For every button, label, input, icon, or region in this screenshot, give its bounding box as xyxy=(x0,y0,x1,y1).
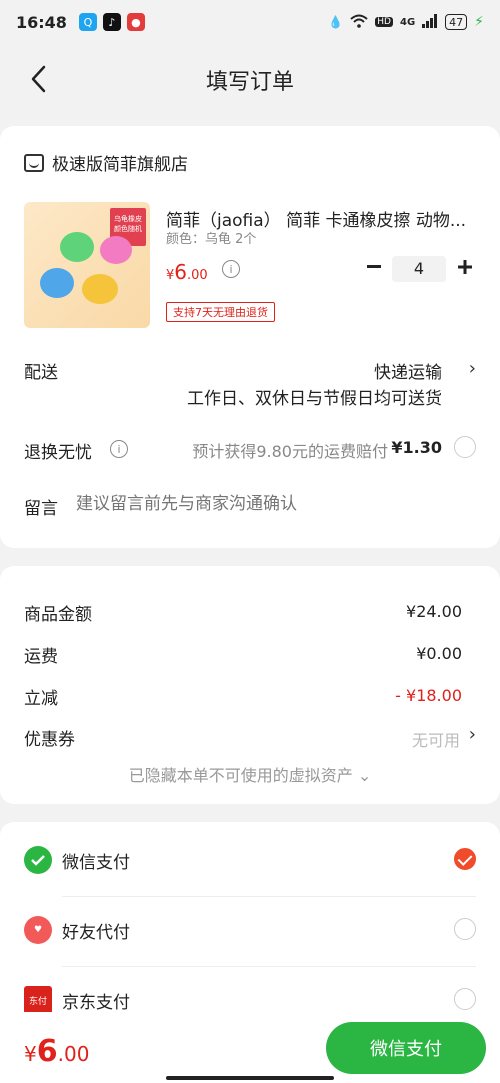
charging-icon: ⚡ xyxy=(474,14,484,30)
discount-value: - ¥18.00 xyxy=(395,686,462,705)
price-integer: 6 xyxy=(174,260,188,284)
friend-pay-icon: ♥ xyxy=(24,916,52,944)
payment-method-label[interactable]: 微信支付 xyxy=(62,848,130,873)
network-type: 4G xyxy=(399,16,416,28)
delivery-label: 配送 xyxy=(24,363,58,383)
divider xyxy=(62,966,476,967)
remark-label: 留言 xyxy=(24,499,58,519)
data-saver-icon: 💧 xyxy=(328,15,344,29)
insurance-radio[interactable] xyxy=(454,436,476,458)
payment-method-label[interactable]: 京东支付 xyxy=(62,988,130,1013)
coupon-chevron-icon[interactable]: › xyxy=(469,724,476,745)
coupon-value[interactable]: 无可用 xyxy=(412,727,460,751)
tiktok-icon: ♪ xyxy=(102,13,121,31)
wechat-pay-radio[interactable] xyxy=(454,848,476,870)
delivery-note: 工作日、双休日与节假日均可送货 xyxy=(187,389,442,409)
price-symbol: ¥ xyxy=(166,268,175,283)
coupon-label: 优惠券 xyxy=(24,730,75,750)
price-decimal: .00 xyxy=(187,268,208,283)
shop-name: 极速版简菲旗舰店 xyxy=(52,155,188,175)
shipping-label: 运费 xyxy=(24,647,58,667)
qq-icon: Q xyxy=(78,13,97,31)
return-policy-badge: 支持7天无理由退货 xyxy=(166,302,275,322)
wifi-icon xyxy=(350,14,368,31)
signal-icon xyxy=(422,13,438,31)
turtle-blue xyxy=(40,268,74,298)
price-summary-card: 商品金额 ¥24.00 运费 ¥0.00 立减 - ¥18.00 优惠券 无可用… xyxy=(0,566,500,804)
jd-pay-icon: 东付 xyxy=(24,986,52,1014)
turtle-pink xyxy=(100,236,132,264)
battery-icon: 47 xyxy=(445,14,468,30)
insurance-text: 预计获得9.80元的运费赔付 xyxy=(192,442,388,461)
order-item-card: 极速版简菲旗舰店 乌龟橡皮 颜色随机 简菲（jaofia） 简菲 卡通橡皮擦 动… xyxy=(0,126,500,548)
price-info-icon[interactable]: i xyxy=(222,260,240,278)
shop-icon xyxy=(24,153,44,172)
hd-icon: HD xyxy=(375,17,393,27)
divider xyxy=(62,896,476,897)
quantity-value[interactable]: 4 xyxy=(392,256,446,282)
checkout-bar: ¥ 6 .00 微信支付 xyxy=(0,1012,500,1083)
payment-method-label[interactable]: 好友代付 xyxy=(62,918,130,943)
insurance-info-icon[interactable]: i xyxy=(110,440,128,458)
page-title: 填写订单 xyxy=(205,70,294,95)
remark-input[interactable] xyxy=(76,494,476,514)
hidden-assets-toggle[interactable]: 已隐藏本单不可使用的虚拟资产 ⌄ xyxy=(0,762,500,786)
product-variant[interactable]: 颜色：乌龟 2个 xyxy=(166,228,256,247)
shop-row[interactable]: 极速版简菲旗舰店 xyxy=(24,150,188,175)
battery-level: 47 xyxy=(449,15,464,29)
total-decimal: .00 xyxy=(57,1042,90,1066)
quantity-plus-button[interactable] xyxy=(455,257,475,277)
status-bar: 16:48 Q ♪ ● 💧 HD 4G 47 ⚡ xyxy=(0,0,500,44)
goods-amount-value: ¥24.00 xyxy=(406,602,462,621)
delivery-chevron-icon[interactable]: › xyxy=(469,358,476,379)
wechat-pay-icon xyxy=(24,846,52,874)
total-integer: 6 xyxy=(36,1034,58,1069)
insurance-price: ¥1.30 xyxy=(391,438,442,457)
friend-pay-radio[interactable] xyxy=(454,918,476,940)
discount-label: 立减 xyxy=(24,689,58,709)
turtle-yellow xyxy=(82,274,118,304)
product-image[interactable]: 乌龟橡皮 颜色随机 xyxy=(24,202,150,328)
submit-pay-button[interactable]: 微信支付 xyxy=(326,1022,486,1074)
status-time: 16:48 xyxy=(16,12,67,32)
product-price: ¥ 6 .00 xyxy=(166,260,208,284)
jd-pay-radio[interactable] xyxy=(454,988,476,1010)
home-indicator[interactable] xyxy=(166,1076,334,1080)
total-symbol: ¥ xyxy=(24,1042,37,1066)
shipping-value: ¥0.00 xyxy=(416,644,462,663)
app-notification-icon: ● xyxy=(126,13,145,31)
insurance-label: 退换无忧 xyxy=(24,443,92,463)
turtle-green xyxy=(60,232,94,262)
nav-bar: 填写订单 xyxy=(0,44,500,114)
quantity-minus-button[interactable] xyxy=(364,257,384,277)
goods-amount-label: 商品金额 xyxy=(24,605,92,625)
total-price: ¥ 6 .00 xyxy=(24,1034,89,1069)
jd-pay-icon-text: 东付 xyxy=(28,996,47,1007)
delivery-method[interactable]: 快递运输 xyxy=(374,358,442,383)
